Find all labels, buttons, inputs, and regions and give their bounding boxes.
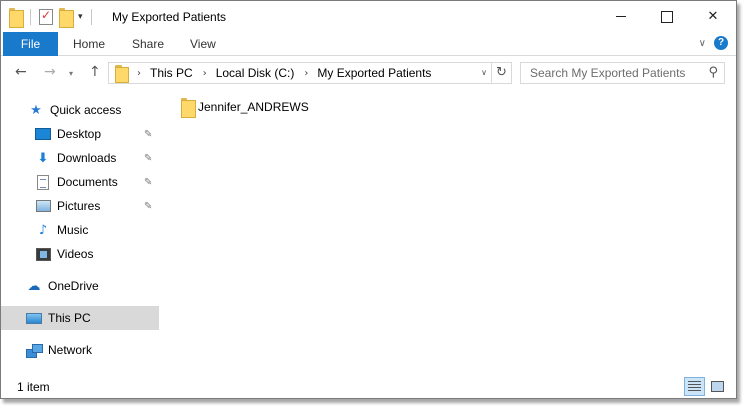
sidebar-item-label: Music <box>57 223 89 237</box>
ribbon: File Home Share View ∨ ? <box>1 32 736 56</box>
customize-toolbar-icon[interactable]: ▾ <box>78 12 83 22</box>
sidebar-item-this-pc[interactable]: This PC <box>1 306 159 330</box>
address-bar[interactable]: › This PC › Local Disk (C:) › My Exporte… <box>108 62 512 84</box>
file-name: Jennifer_ANDREWS <box>198 100 309 114</box>
downloads-icon: ⬇ <box>37 150 49 166</box>
this-pc-icon <box>25 310 43 326</box>
large-icons-view-button[interactable] <box>707 377 728 396</box>
view-switcher <box>684 377 728 396</box>
toolbar-divider <box>30 9 31 25</box>
sidebar-item-music[interactable]: ♪ Music <box>1 218 159 242</box>
large-icons-view-icon <box>711 381 724 392</box>
breadcrumb-this-pc[interactable]: This PC <box>150 66 193 80</box>
title-bar: ▾ My Exported Patients ✕ <box>1 1 736 32</box>
music-icon: ♪ <box>38 222 48 238</box>
explorer-window: ▾ My Exported Patients ✕ File Home Share… <box>0 0 737 399</box>
address-dropdown-icon[interactable]: ∨ <box>481 68 487 77</box>
pin-icon[interactable]: ✎ <box>144 177 152 188</box>
minimize-button[interactable] <box>598 1 644 32</box>
maximize-button[interactable] <box>644 1 690 32</box>
breadcrumb-local-disk[interactable]: Local Disk (C:) <box>216 66 295 80</box>
sidebar-item-onedrive[interactable]: ☁ OneDrive <box>1 274 159 298</box>
properties-icon[interactable] <box>39 8 53 25</box>
chevron-down-icon[interactable]: ∨ <box>699 38 706 49</box>
chevron-right-icon[interactable]: › <box>304 68 308 79</box>
back-button[interactable]: ← <box>15 64 27 80</box>
desktop-icon <box>34 126 52 142</box>
tab-view[interactable]: View <box>190 32 216 56</box>
details-view-button[interactable] <box>684 377 705 396</box>
file-list: Jennifer_ANDREWS <box>162 91 737 376</box>
sidebar-item-desktop[interactable]: Desktop ✎ <box>1 122 159 146</box>
list-item[interactable]: Jennifer_ANDREWS <box>181 97 309 118</box>
navigation-bar: ← → ▾ ↑ › This PC › Local Disk (C:) › My… <box>1 57 736 89</box>
sidebar-item-videos[interactable]: Videos <box>1 242 159 266</box>
sidebar-item-label: OneDrive <box>48 279 99 293</box>
documents-icon <box>34 174 52 190</box>
search-input[interactable] <box>521 63 701 83</box>
sidebar-item-label: Documents <box>57 175 118 189</box>
folder-icon <box>9 8 24 28</box>
breadcrumb-current-folder[interactable]: My Exported Patients <box>317 66 431 80</box>
sidebar-item-label: Desktop <box>57 127 102 141</box>
help-icon[interactable]: ? <box>714 36 728 50</box>
forward-button[interactable]: → <box>44 64 56 80</box>
sidebar-item-label: Pictures <box>57 199 101 213</box>
sidebar-item-label: This PC <box>48 311 91 325</box>
sidebar-item-documents[interactable]: Documents ✎ <box>1 170 159 194</box>
sidebar-item-label: Videos <box>57 247 94 261</box>
breadcrumb: › This PC › Local Disk (C:) › My Exporte… <box>127 66 431 80</box>
sidebar-item-downloads[interactable]: ⬇ Downloads ✎ <box>1 146 159 170</box>
sidebar-item-label: Network <box>48 343 93 357</box>
chevron-right-icon[interactable]: › <box>137 68 141 79</box>
onedrive-icon: ☁ <box>27 278 41 294</box>
details-view-icon <box>688 381 701 392</box>
ribbon-controls: ∨ ? <box>699 36 728 50</box>
sidebar-item-pictures[interactable]: Pictures ✎ <box>1 194 159 218</box>
new-folder-icon[interactable] <box>59 8 74 28</box>
folder-icon <box>181 98 196 118</box>
search-box[interactable]: ⚲ <box>520 62 725 84</box>
videos-icon <box>34 246 52 262</box>
item-count: 1 item <box>17 380 50 394</box>
up-button[interactable]: ↑ <box>89 64 101 80</box>
refresh-button[interactable]: ↻ <box>491 63 511 83</box>
tab-share[interactable]: Share <box>132 32 164 56</box>
search-icon[interactable]: ⚲ <box>708 65 718 80</box>
recent-locations-button[interactable]: ▾ <box>69 69 73 78</box>
pin-icon[interactable]: ✎ <box>144 129 152 140</box>
window-title: My Exported Patients <box>112 10 227 24</box>
network-icon <box>25 342 43 358</box>
quick-access-toolbar: ▾ <box>9 7 94 28</box>
pictures-icon <box>34 198 52 214</box>
sidebar-item-label: Quick access <box>50 103 122 117</box>
tab-file[interactable]: File <box>3 32 58 56</box>
sidebar-item-label: Downloads <box>57 151 117 165</box>
navigation-pane: ★ Quick access Desktop ✎ ⬇ Downloads ✎ D… <box>1 91 161 376</box>
chevron-right-icon[interactable]: › <box>203 68 207 79</box>
tab-home[interactable]: Home <box>73 32 105 56</box>
status-bar: 1 item <box>1 376 736 399</box>
pin-icon[interactable]: ✎ <box>144 153 152 164</box>
pin-icon[interactable]: ✎ <box>144 201 152 212</box>
star-icon: ★ <box>30 102 42 118</box>
sidebar-item-quick-access[interactable]: ★ Quick access <box>1 98 159 122</box>
sidebar-item-network[interactable]: Network <box>1 338 159 362</box>
window-controls: ✕ <box>598 1 736 32</box>
toolbar-divider <box>90 9 92 25</box>
close-button[interactable]: ✕ <box>690 1 736 32</box>
folder-icon <box>115 65 129 83</box>
